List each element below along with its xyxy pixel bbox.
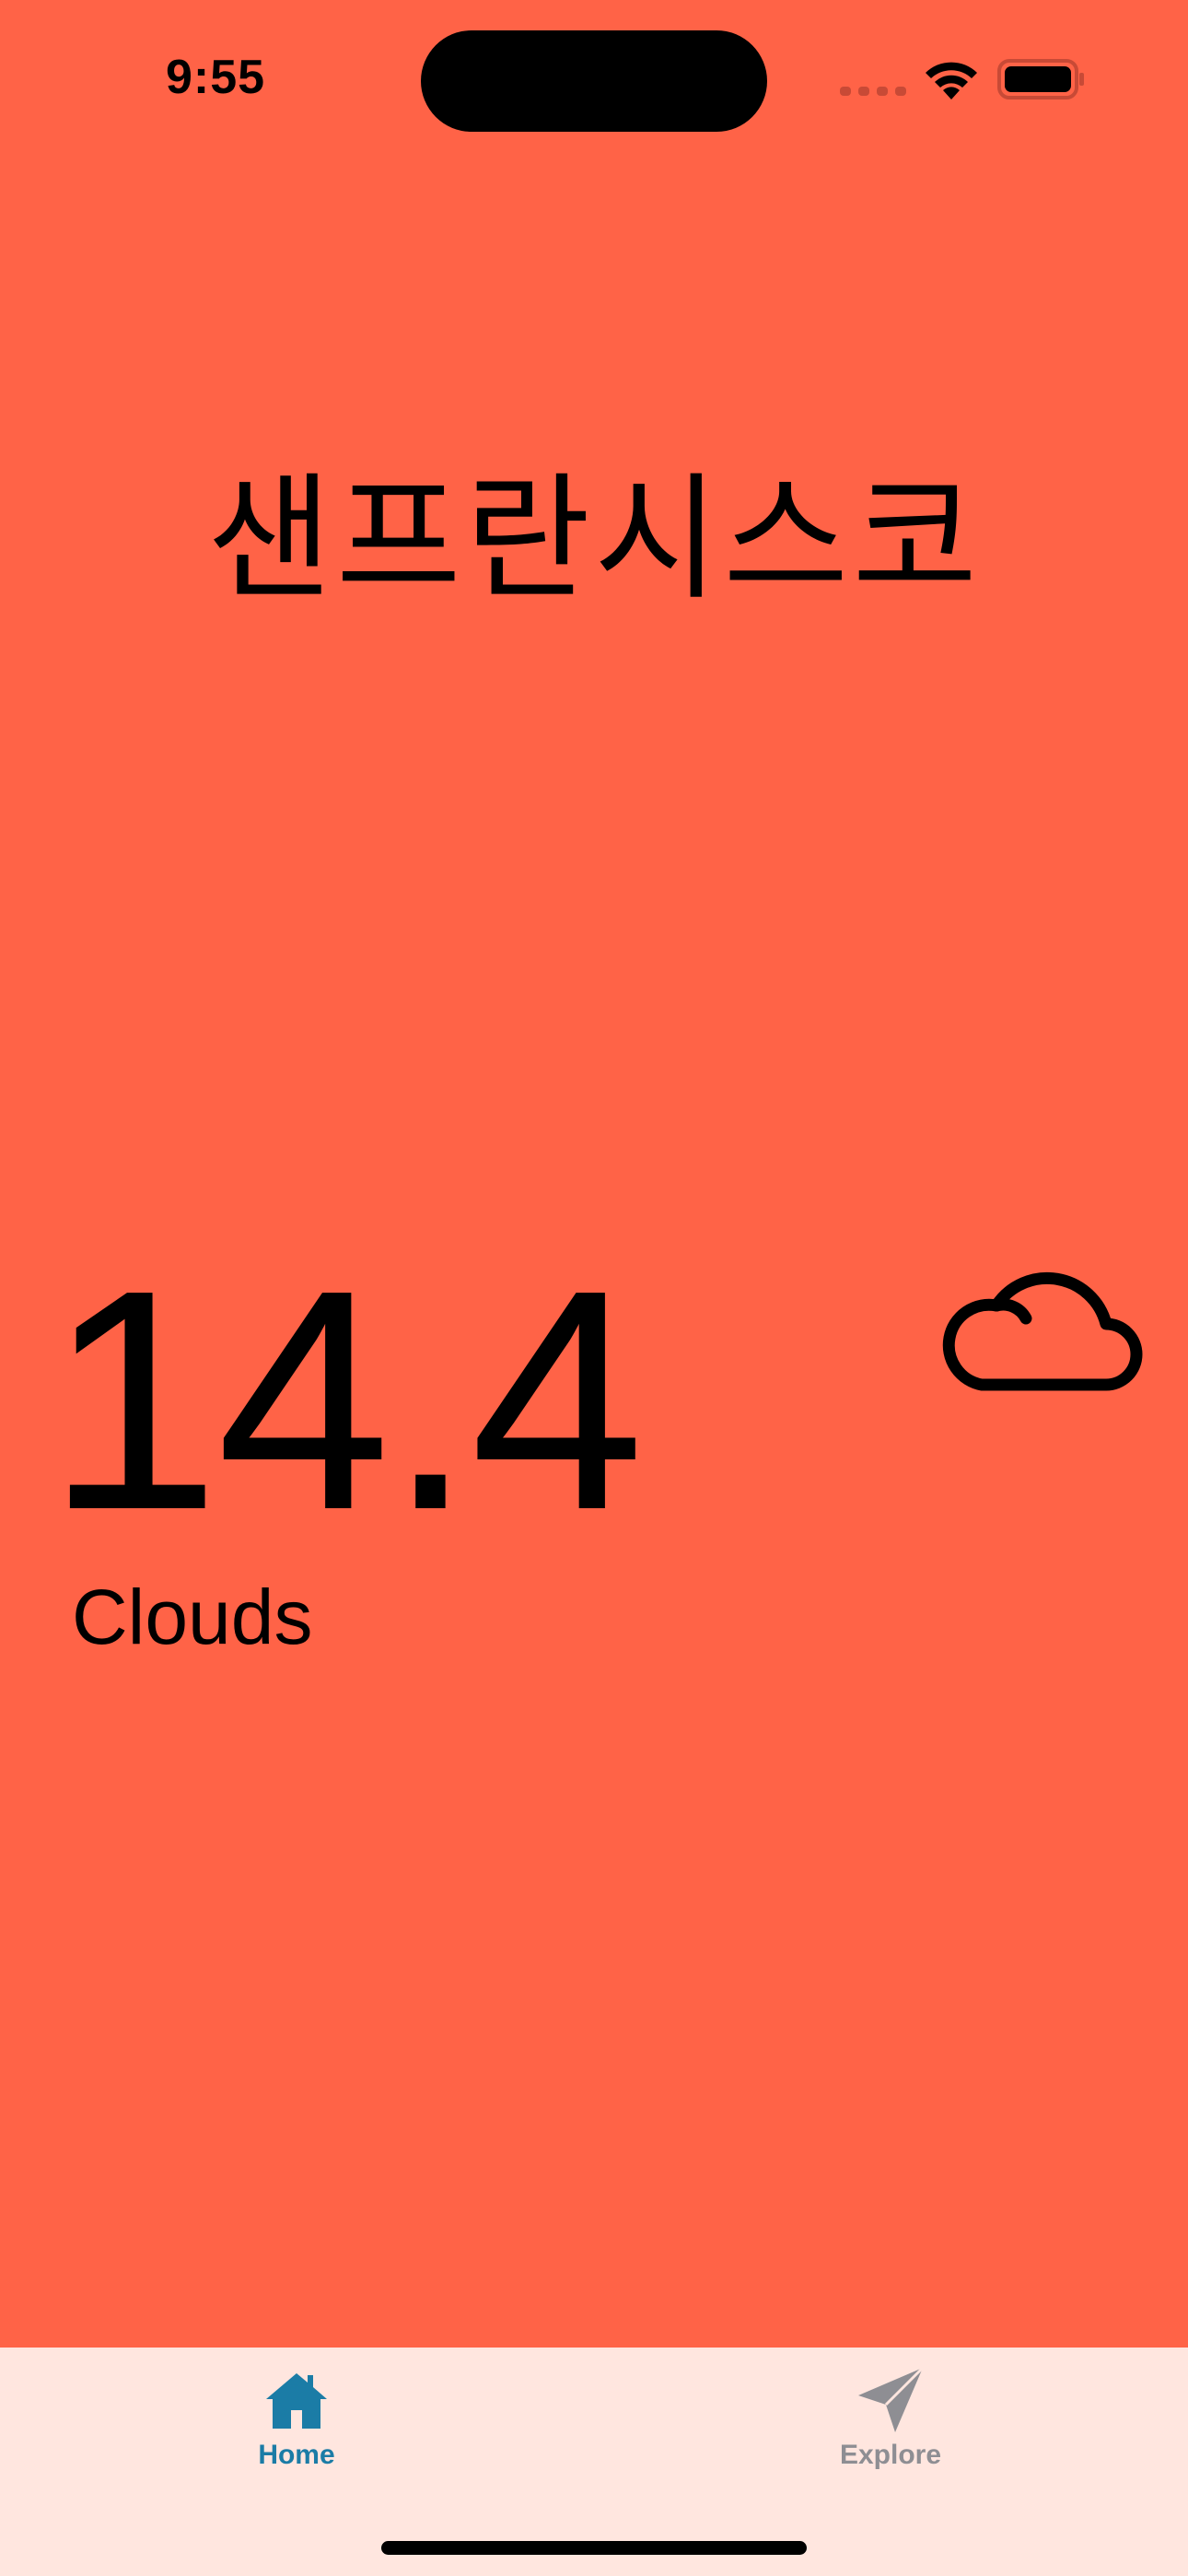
weather-screen: 9:55 샌프란시스코 14.4 Clouds Home Explore [0,0,1188,2576]
tab-explore-label: Explore [839,2440,942,2470]
weather-condition: Clouds [72,1574,313,1660]
tab-home-label: Home [258,2440,335,2470]
status-time: 9:55 [166,51,266,104]
home-indicator[interactable] [381,2541,807,2555]
city-title: 샌프란시스코 [206,460,982,618]
tab-home[interactable]: Home [186,2366,407,2504]
house-icon [266,2373,327,2429]
paperplane-icon [858,2366,925,2432]
cellular-signal-icon [840,87,906,96]
cloud-icon [942,1271,1143,1391]
temperature-value: 14.4 [46,1225,645,1575]
dynamic-island [421,30,767,132]
battery-icon [997,59,1084,100]
wifi-icon [926,62,977,100]
tab-explore[interactable]: Explore [780,2366,1001,2504]
